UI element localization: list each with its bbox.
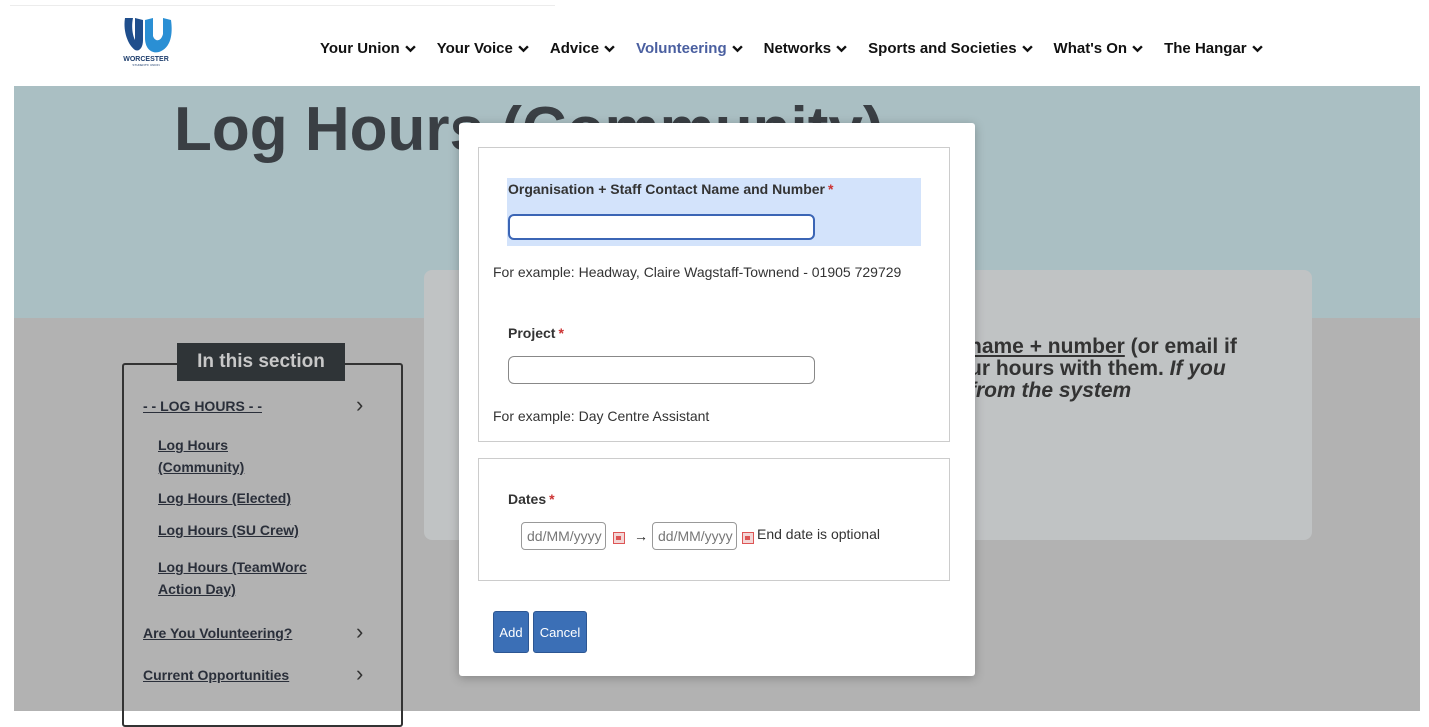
sidebar-item-log-hours-community[interactable]: Log Hours (Community) bbox=[158, 434, 244, 478]
cancel-button[interactable]: Cancel bbox=[533, 611, 587, 653]
end-date-input[interactable]: dd/MM/yyyy bbox=[652, 522, 737, 550]
logo-icon: WORCESTER STUDENTS' UNION bbox=[123, 18, 172, 67]
start-date-input[interactable]: dd/MM/yyyy bbox=[521, 522, 606, 550]
logo-text: WORCESTER bbox=[123, 56, 169, 63]
calendar-icon[interactable] bbox=[742, 532, 754, 544]
sidebar-item-log-hours-elected[interactable]: Log Hours (Elected) bbox=[158, 490, 291, 506]
chevron-down-icon bbox=[731, 45, 743, 53]
main-nav: Your Union Your Voice Advice Volunteerin… bbox=[320, 40, 1284, 57]
logo-subtext: STUDENTS' UNION bbox=[132, 63, 159, 67]
chevron-down-icon bbox=[604, 45, 615, 53]
required-mark: * bbox=[828, 181, 834, 197]
nav-advice[interactable]: Advice bbox=[550, 40, 615, 57]
sidebar-item-are-you-volunteering[interactable]: Are You Volunteering? bbox=[143, 625, 292, 641]
add-button[interactable]: Add bbox=[493, 611, 529, 653]
nav-label: Volunteering bbox=[636, 40, 727, 57]
chevron-right-icon[interactable]: › bbox=[356, 619, 363, 645]
nav-label: The Hangar bbox=[1164, 40, 1247, 57]
content-text: name + number (or email if ur hours with… bbox=[969, 336, 1237, 402]
sidebar-item-current-opportunities[interactable]: Current Opportunities bbox=[143, 667, 289, 683]
org-contact-input[interactable] bbox=[508, 214, 815, 240]
project-input[interactable] bbox=[508, 356, 815, 384]
nav-label: Advice bbox=[549, 40, 600, 57]
chevron-down-icon bbox=[1251, 45, 1263, 53]
org-contact-label: Organisation + Staff Contact Name and Nu… bbox=[508, 181, 834, 197]
chevron-down-icon bbox=[404, 45, 416, 53]
chevron-right-icon[interactable]: › bbox=[356, 392, 363, 418]
content-line-1: name + number (or email if bbox=[969, 335, 1237, 358]
calendar-icon[interactable] bbox=[613, 532, 625, 544]
nav-the-hangar[interactable]: The Hangar bbox=[1164, 40, 1263, 57]
chevron-down-icon bbox=[518, 45, 529, 53]
chevron-down-icon bbox=[836, 45, 847, 53]
dates-fieldset bbox=[478, 458, 950, 581]
site-logo[interactable]: WORCESTER STUDENTS' UNION bbox=[115, 10, 177, 68]
dates-label: Dates * bbox=[508, 491, 555, 507]
org-contact-help: For example: Headway, Claire Wagstaff-To… bbox=[493, 264, 902, 280]
nav-whats-on[interactable]: What's On bbox=[1054, 40, 1144, 57]
required-mark: * bbox=[549, 491, 555, 507]
sidebar-item-log-hours-su-crew[interactable]: Log Hours (SU Crew) bbox=[158, 522, 299, 538]
chevron-right-icon[interactable]: › bbox=[356, 661, 363, 687]
nav-label: Your Union bbox=[320, 40, 400, 57]
chevron-down-icon bbox=[1132, 45, 1143, 53]
nav-volunteering[interactable]: Volunteering bbox=[636, 40, 743, 57]
content-line-2: ur hours with them. If you bbox=[969, 357, 1226, 380]
nav-your-union[interactable]: Your Union bbox=[320, 40, 416, 57]
date-range-arrow: → bbox=[634, 528, 648, 544]
nav-label: Your Voice bbox=[436, 40, 513, 57]
project-help: For example: Day Centre Assistant bbox=[493, 408, 710, 424]
content-line-3: from the system bbox=[969, 379, 1132, 402]
required-mark: * bbox=[558, 325, 564, 341]
header-divider bbox=[10, 5, 555, 6]
chevron-down-icon bbox=[1021, 45, 1033, 53]
sidebar-title: In this section bbox=[177, 343, 345, 381]
sidebar-item-log-hours[interactable]: - - LOG HOURS - - bbox=[143, 398, 262, 414]
sidebar-item-log-hours-teamworc[interactable]: Log Hours (TeamWorc Action Day) bbox=[158, 556, 307, 600]
log-hours-modal: Organisation + Staff Contact Name and Nu… bbox=[459, 123, 975, 676]
dates-help: End date is optional bbox=[757, 526, 880, 542]
site-header: WORCESTER STUDENTS' UNION Your Union You… bbox=[0, 0, 1429, 86]
nav-your-voice[interactable]: Your Voice bbox=[437, 40, 529, 57]
project-label: Project * bbox=[508, 325, 564, 341]
nav-label: What's On bbox=[1053, 40, 1128, 57]
nav-sports-societies[interactable]: Sports and Societies bbox=[868, 40, 1033, 57]
nav-label: Networks bbox=[763, 40, 832, 57]
nav-networks[interactable]: Networks bbox=[764, 40, 848, 57]
nav-label: Sports and Societies bbox=[868, 40, 1017, 57]
contact-link[interactable]: name + number bbox=[969, 335, 1125, 358]
